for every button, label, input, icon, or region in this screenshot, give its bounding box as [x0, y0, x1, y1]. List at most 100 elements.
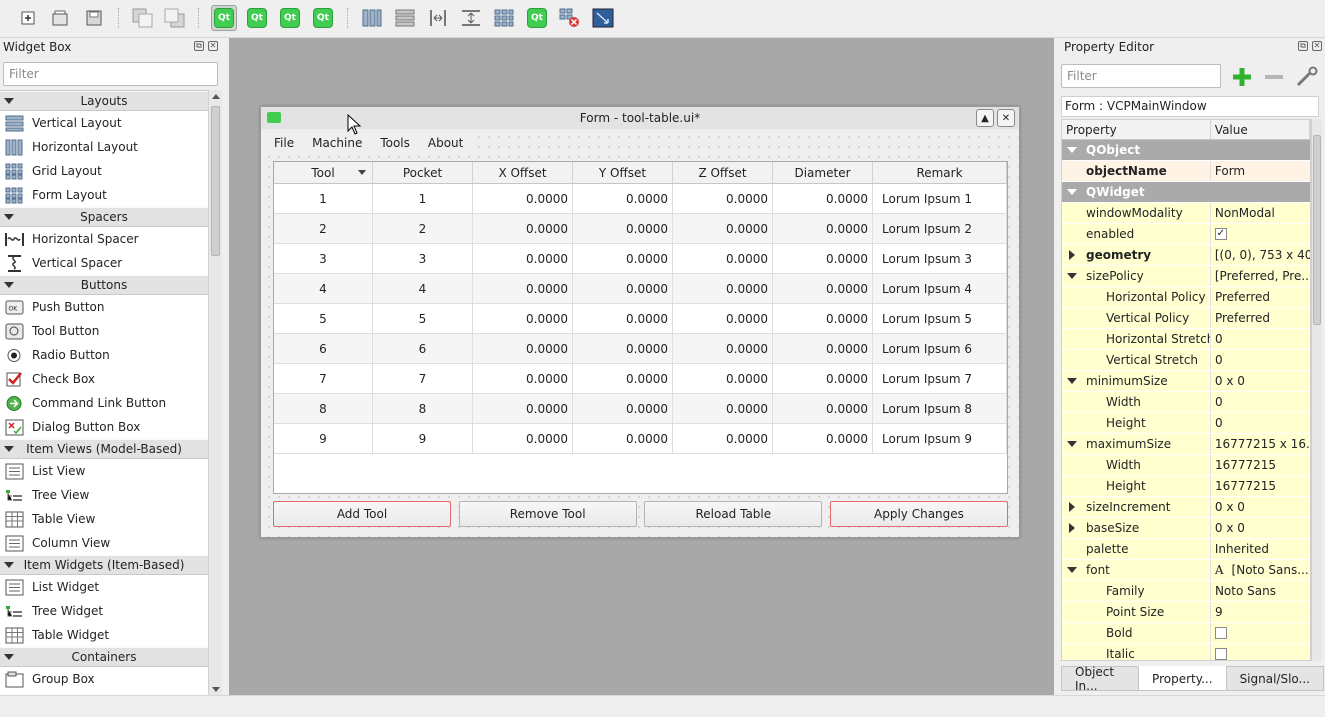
property-row-qwidget[interactable]: QWidget [1062, 182, 1310, 203]
table-cell-remark[interactable]: Lorum Ipsum 5 [873, 304, 1007, 333]
table-cell-tool[interactable]: 5 [274, 304, 373, 333]
layout-vertically-icon[interactable] [392, 5, 418, 31]
column-header-z-offset[interactable]: Z Offset [673, 162, 773, 183]
table-cell-tool[interactable]: 3 [274, 244, 373, 273]
property-value[interactable]: [Preferred, Pre... [1215, 269, 1310, 283]
table-cell-diameter[interactable]: 0.0000 [773, 184, 873, 213]
table-cell-remark[interactable]: Lorum Ipsum 2 [873, 214, 1007, 243]
table-cell-x-offset[interactable]: 0.0000 [473, 364, 573, 393]
property-row-height[interactable]: Height 16777215 [1062, 476, 1310, 497]
table-cell-diameter[interactable]: 0.0000 [773, 424, 873, 453]
property-value[interactable]: NonModal [1215, 206, 1275, 220]
property-value[interactable]: 9 [1215, 605, 1223, 619]
property-row-height[interactable]: Height 0 [1062, 413, 1310, 434]
property-row-point-size[interactable]: Point Size 9 [1062, 602, 1310, 623]
close-button[interactable]: ✕ [997, 109, 1015, 127]
widget-item-tree-widget[interactable]: Tree Widget [0, 599, 208, 623]
table-row[interactable]: 4 4 0.0000 0.0000 0.0000 0.0000 Lorum Ipsum 4 [274, 274, 1007, 304]
form-titlebar[interactable]: Form - tool-table.ui* ▲ ✕ [261, 107, 1019, 129]
column-header-x-offset[interactable]: X Offset [473, 162, 573, 183]
property-row-sizepolicy[interactable]: sizePolicy [Preferred, Pre... [1062, 266, 1310, 287]
expand-arrow-icon[interactable] [1069, 502, 1075, 512]
property-row-geometry[interactable]: geometry [(0, 0), 753 x 40... [1062, 245, 1310, 266]
property-filter-input[interactable] [1061, 64, 1221, 88]
remove-tool-button[interactable]: Remove Tool [458, 501, 637, 527]
widget-category-header[interactable]: Containers [0, 647, 208, 667]
property-value[interactable]: 0 [1215, 353, 1223, 367]
table-cell-remark[interactable]: Lorum Ipsum 3 [873, 244, 1007, 273]
table-row[interactable]: 5 5 0.0000 0.0000 0.0000 0.0000 Lorum Ipsum 5 [274, 304, 1007, 334]
table-cell-y-offset[interactable]: 0.0000 [573, 184, 673, 213]
tab-property[interactable]: Property... [1138, 666, 1227, 691]
table-cell-pocket[interactable]: 7 [373, 364, 473, 393]
table-cell-diameter[interactable]: 0.0000 [773, 274, 873, 303]
property-value[interactable]: Preferred [1215, 290, 1270, 304]
tab-object-in[interactable]: Object In... [1061, 665, 1140, 693]
property-value[interactable]: 16777215 [1215, 458, 1276, 472]
property-value[interactable]: [Noto Sans... [1232, 563, 1309, 577]
column-header-remark[interactable]: Remark [873, 162, 1007, 183]
tool-table[interactable]: Tool Pocket X Offset Y Offset Z Offset Diamet… [273, 161, 1008, 494]
property-row-minimumsize[interactable]: minimumSize 0 x 0 [1062, 371, 1310, 392]
layout-form-icon[interactable]: Qt [524, 5, 550, 31]
property-row-width[interactable]: Width 0 [1062, 392, 1310, 413]
table-cell-tool[interactable]: 7 [274, 364, 373, 393]
property-value[interactable]: Preferred [1215, 311, 1270, 325]
edit-signals-slots-icon[interactable]: Qt [244, 5, 270, 31]
apply-changes-button[interactable]: Apply Changes [829, 501, 1008, 527]
widget-item-command-link-button[interactable]: Command Link Button [0, 391, 208, 415]
table-cell-z-offset[interactable]: 0.0000 [673, 334, 773, 363]
property-row-qobject[interactable]: QObject [1062, 140, 1310, 161]
configure-icon[interactable] [1293, 64, 1321, 90]
property-row-maximumsize[interactable]: maximumSize 16777215 x 16... [1062, 434, 1310, 455]
property-row-family[interactable]: Family Noto Sans [1062, 581, 1310, 602]
column-header-y-offset[interactable]: Y Offset [573, 162, 673, 183]
table-row[interactable]: 6 6 0.0000 0.0000 0.0000 0.0000 Lorum Ipsum 6 [274, 334, 1007, 364]
widget-item-table-widget[interactable]: Table Widget [0, 623, 208, 647]
widget-item-horizontal-spacer[interactable]: Horizontal Spacer [0, 227, 208, 251]
widget-category-header[interactable]: Buttons [0, 275, 208, 295]
table-cell-tool[interactable]: 4 [274, 274, 373, 303]
expand-arrow-icon[interactable] [1069, 250, 1075, 260]
maximize-button[interactable]: ▲ [976, 109, 994, 127]
table-row[interactable]: 9 9 0.0000 0.0000 0.0000 0.0000 Lorum Ipsum 9 [274, 424, 1007, 454]
property-row-palette[interactable]: palette Inherited [1062, 539, 1310, 560]
table-cell-diameter[interactable]: 0.0000 [773, 334, 873, 363]
widget-list-scrollbar[interactable] [208, 90, 222, 696]
table-cell-z-offset[interactable]: 0.0000 [673, 394, 773, 423]
table-cell-z-offset[interactable]: 0.0000 [673, 304, 773, 333]
property-value[interactable]: 0 [1215, 332, 1223, 346]
bring-to-front-icon[interactable] [162, 5, 188, 31]
property-value[interactable]: Form [1215, 164, 1245, 178]
property-row-bold[interactable]: Bold [1062, 623, 1310, 644]
property-value[interactable]: [(0, 0), 753 x 40... [1215, 248, 1310, 262]
property-row-italic[interactable]: Italic [1062, 644, 1310, 660]
table-cell-y-offset[interactable]: 0.0000 [573, 274, 673, 303]
table-cell-x-offset[interactable]: 0.0000 [473, 424, 573, 453]
table-cell-remark[interactable]: Lorum Ipsum 8 [873, 394, 1007, 423]
table-cell-y-offset[interactable]: 0.0000 [573, 394, 673, 423]
table-cell-pocket[interactable]: 6 [373, 334, 473, 363]
property-value[interactable]: 16777215 [1215, 479, 1276, 493]
property-value[interactable]: 16777215 x 16... [1215, 437, 1310, 451]
table-row[interactable]: 7 7 0.0000 0.0000 0.0000 0.0000 Lorum Ipsum 7 [274, 364, 1007, 394]
widget-item-check-box[interactable]: Check Box [0, 367, 208, 391]
table-cell-x-offset[interactable]: 0.0000 [473, 334, 573, 363]
table-cell-y-offset[interactable]: 0.0000 [573, 424, 673, 453]
property-row-vertical-stretch[interactable]: Vertical Stretch 0 [1062, 350, 1310, 371]
checkbox[interactable] [1214, 648, 1227, 660]
property-row-font[interactable]: font A [Noto Sans... [1062, 560, 1310, 581]
table-cell-tool[interactable]: 6 [274, 334, 373, 363]
widget-category-header[interactable]: Item Views (Model-Based) [0, 439, 208, 459]
menu-tools[interactable]: Tools [371, 132, 419, 154]
table-cell-remark[interactable]: Lorum Ipsum 4 [873, 274, 1007, 303]
table-cell-z-offset[interactable]: 0.0000 [673, 184, 773, 213]
table-cell-pocket[interactable]: 5 [373, 304, 473, 333]
widget-item-push-button[interactable]: OK Push Button [0, 295, 208, 319]
widget-item-tree-view[interactable]: Tree View [0, 483, 208, 507]
table-cell-y-offset[interactable]: 0.0000 [573, 244, 673, 273]
table-cell-diameter[interactable]: 0.0000 [773, 304, 873, 333]
table-row[interactable]: 3 3 0.0000 0.0000 0.0000 0.0000 Lorum Ipsum 3 [274, 244, 1007, 274]
table-cell-tool[interactable]: 8 [274, 394, 373, 423]
table-cell-z-offset[interactable]: 0.0000 [673, 244, 773, 273]
